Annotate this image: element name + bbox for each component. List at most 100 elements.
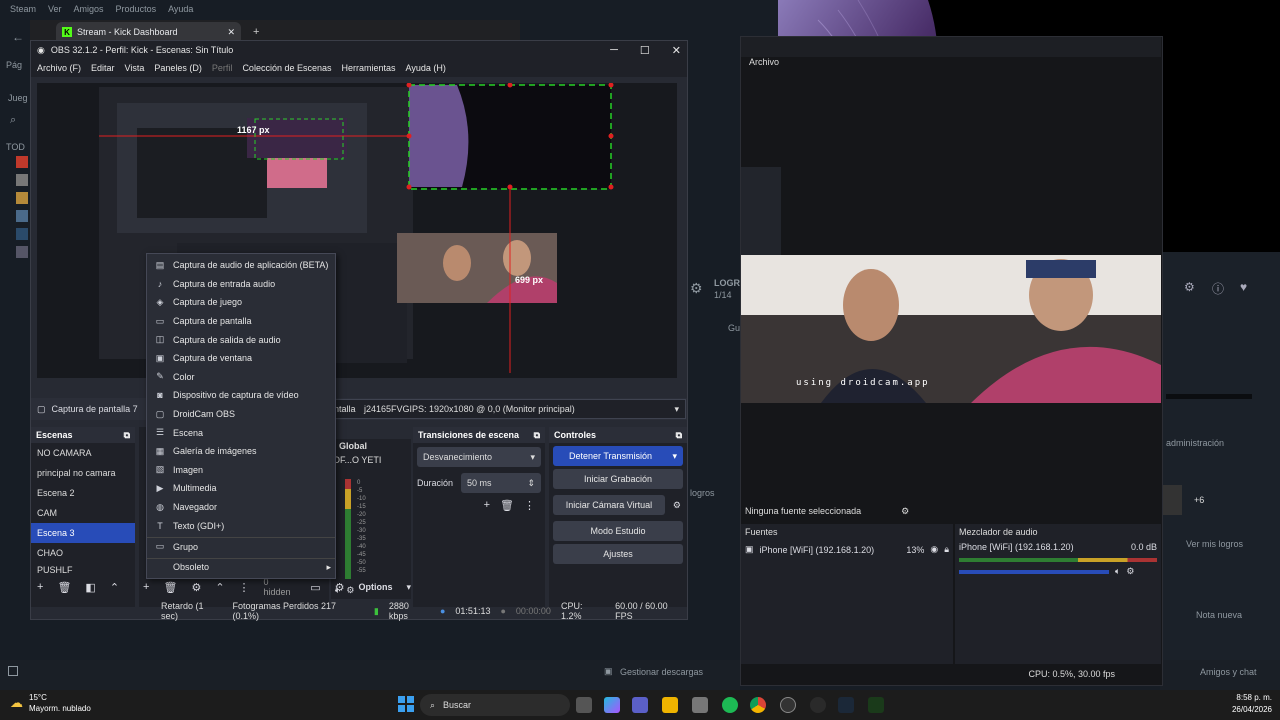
dock-float-icon[interactable]: ⧉: [534, 430, 540, 441]
game-icon[interactable]: [16, 210, 28, 222]
app-icon[interactable]: [868, 697, 884, 713]
trash-icon[interactable]: 🗑︎: [500, 499, 514, 512]
gear-icon[interactable]: ⚙: [690, 280, 703, 297]
teams-icon[interactable]: [632, 697, 648, 713]
options-button[interactable]: Options: [358, 582, 392, 592]
game-icon[interactable]: [16, 246, 28, 258]
virtual-cam-gear-icon[interactable]: ⚙: [667, 500, 687, 511]
menu-perfil[interactable]: Perfil: [212, 63, 233, 73]
menu-herramientas[interactable]: Herramientas: [342, 63, 396, 73]
add-game-icon[interactable]: [8, 666, 18, 676]
copilot-icon[interactable]: [604, 697, 620, 713]
steam-menu-productos[interactable]: Productos: [116, 4, 157, 20]
scene-item[interactable]: CHAO: [31, 543, 135, 563]
spotify-icon[interactable]: [722, 697, 738, 713]
browser-tab[interactable]: K Stream - Kick Dashboard ✕: [56, 22, 241, 42]
add-source-icon[interactable]: +: [143, 581, 149, 593]
menu-paneles[interactable]: Paneles (D): [154, 63, 202, 73]
menu-item-game-capture[interactable]: ◈ Captura de juego: [147, 293, 335, 312]
store-icon[interactable]: [692, 697, 708, 713]
windows-start-icon[interactable]: [398, 696, 414, 712]
game-icon[interactable]: [16, 192, 28, 204]
taskbar-search[interactable]: ⌕ Buscar: [420, 694, 570, 716]
mute-speaker-icon[interactable]: 🔈︎: [1115, 566, 1120, 577]
nota-nueva-button[interactable]: Nota nueva: [1196, 610, 1242, 620]
menu-item-image[interactable]: ▧ Imagen: [147, 461, 335, 480]
lock-icon[interactable]: 🔒︎: [944, 544, 949, 555]
menu-archivo[interactable]: Archivo (F): [37, 63, 81, 73]
mixer-gear-icon[interactable]: ⚙: [1126, 566, 1134, 577]
scene-item[interactable]: principal no camara: [31, 463, 135, 483]
menu-item-video-capture[interactable]: ◙ Dispositivo de captura de vídeo: [147, 386, 335, 405]
add-scene-icon[interactable]: +: [37, 581, 43, 593]
settings-gear-icon[interactable]: ⚙: [1184, 280, 1195, 294]
close-tab-icon[interactable]: ✕: [227, 27, 235, 38]
close-icon[interactable]: ✕: [672, 44, 681, 57]
menu-coleccion[interactable]: Colección de Escenas: [242, 63, 331, 73]
settings-button[interactable]: Ajustes: [553, 544, 683, 564]
more-icon[interactable]: ⋮: [524, 499, 535, 512]
filter-icon[interactable]: ◧: [85, 581, 95, 594]
chevron-down-icon[interactable]: ▾: [672, 451, 677, 462]
menu-item-display-capture[interactable]: ▭ Captura de pantalla: [147, 312, 335, 331]
maximize-icon[interactable]: ☐: [640, 44, 650, 57]
chevron-down-icon[interactable]: ▾: [406, 582, 411, 593]
search-icon[interactable]: ⌕: [10, 114, 16, 127]
obs-taskbar-icon[interactable]: [780, 697, 796, 713]
move-up-icon[interactable]: ⌃: [110, 581, 119, 594]
steam-taskbar-icon[interactable]: [838, 697, 854, 713]
trash-icon[interactable]: 🗑︎: [163, 581, 177, 594]
visibility-eye-icon[interactable]: ◉: [930, 544, 938, 555]
guides-label[interactable]: Gu: [728, 323, 740, 333]
add-icon[interactable]: +: [484, 499, 490, 512]
game-icon[interactable]: [16, 156, 28, 168]
game-icon[interactable]: [16, 174, 28, 186]
game-icon[interactable]: [16, 228, 28, 240]
transition-select[interactable]: Desvanecimiento ▾: [417, 447, 541, 467]
menu-item-scene[interactable]: ☰ Escena: [147, 423, 335, 442]
menu-item-text[interactable]: T Texto (GDI+): [147, 516, 335, 535]
scene-item[interactable]: CAM: [31, 503, 135, 523]
source-row[interactable]: ▣ iPhone [WiFi] (192.168.1.20) 13% ◉ 🔒︎: [741, 540, 953, 559]
trash-icon[interactable]: 🗑︎: [57, 581, 71, 594]
scene-item[interactable]: PUSHLF: [31, 563, 135, 573]
program-preview[interactable]: 1167 px 699 px: [37, 82, 677, 378]
ver-logros-link[interactable]: Ver mis logros: [1186, 539, 1243, 549]
volume-slider[interactable]: [959, 569, 1109, 574]
stop-stream-button[interactable]: Detener Transmisión ▾: [553, 446, 683, 466]
steam-games-label[interactable]: Jueg: [8, 93, 28, 103]
steam-nav-label[interactable]: Pág: [6, 60, 22, 70]
menu-item-deprecated[interactable]: Obsoleto ▸: [147, 557, 335, 577]
info-icon[interactable]: ⓘ: [1212, 280, 1224, 297]
studio-mode-button[interactable]: Modo Estudio: [553, 521, 683, 541]
start-recording-button[interactable]: Iniciar Grabación: [553, 469, 683, 489]
menu-item-app-audio[interactable]: ▤ Captura de audio de aplicación (BETA): [147, 256, 335, 275]
file-explorer-icon[interactable]: [662, 697, 678, 713]
steam-todo-label[interactable]: TOD: [6, 142, 25, 152]
new-tab-icon[interactable]: +: [253, 26, 259, 38]
more-icon[interactable]: ⋮: [239, 581, 250, 594]
source-gear-icon[interactable]: ⚙: [191, 581, 201, 594]
dock-float-icon[interactable]: ⧉: [124, 430, 130, 441]
back-arrow-icon[interactable]: ←: [12, 30, 24, 44]
gestionar-descargas[interactable]: Gestionar descargas: [620, 667, 703, 677]
weather-widget[interactable]: ☁ 15°C Mayorm. nublado: [10, 692, 91, 714]
menu-vista[interactable]: Vista: [125, 63, 145, 73]
menu-item-gallery[interactable]: ▦ Galería de imágenes: [147, 442, 335, 461]
menu-item-group[interactable]: ▭ Grupo: [147, 536, 335, 556]
steam-menu-ver[interactable]: Ver: [48, 4, 62, 20]
display-select[interactable]: ntalla j24165FVGIPS: 1920x1080 @ 0,0 (Mo…: [331, 399, 686, 419]
projector-menu-archivo[interactable]: Archivo: [741, 57, 781, 73]
layout-icon[interactable]: ▭: [310, 581, 320, 594]
menu-item-color[interactable]: ✎ Color: [147, 368, 335, 387]
amigos-chat[interactable]: Amigos y chat: [1200, 667, 1257, 677]
menu-item-droidcam[interactable]: ▢ DroidCam OBS: [147, 405, 335, 424]
menu-editar[interactable]: Editar: [91, 63, 115, 73]
app-icon[interactable]: [810, 697, 826, 713]
move-up-icon[interactable]: ⌃: [215, 581, 224, 594]
scene-item[interactable]: NO CAMARA: [31, 443, 135, 463]
menu-item-window-capture[interactable]: ▣ Captura de ventana: [147, 349, 335, 368]
menu-item-browser[interactable]: ◍ Navegador: [147, 498, 335, 517]
properties-gear-icon[interactable]: ⚙: [901, 506, 909, 517]
duration-input[interactable]: 50 ms ⇕: [461, 473, 541, 493]
